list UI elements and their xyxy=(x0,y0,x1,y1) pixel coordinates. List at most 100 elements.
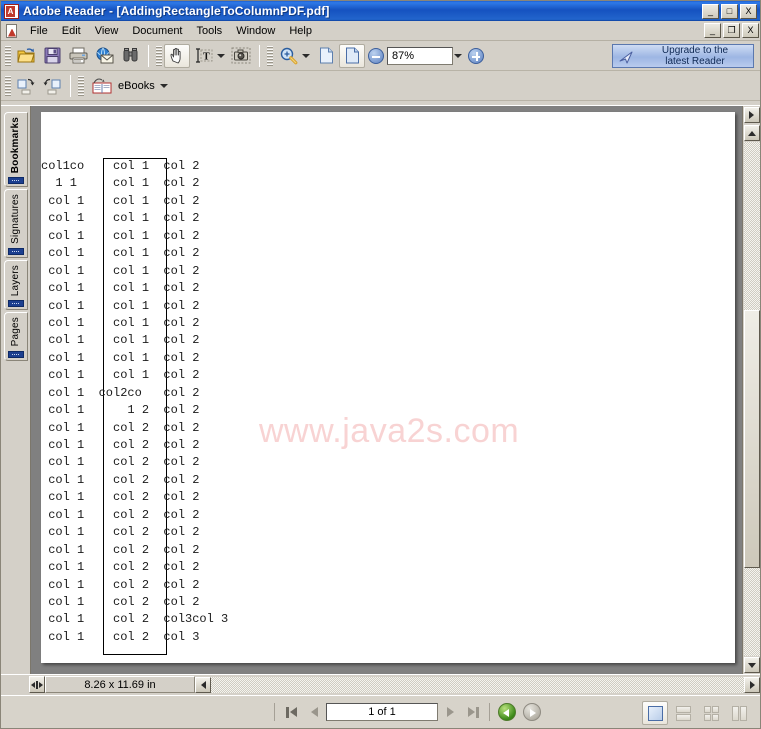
main-area: Bookmarks Signatures Layers Pages www.ja… xyxy=(1,105,760,674)
pdf-text-line: col 1 col 1 col 2 xyxy=(41,193,200,208)
pdf-text-line: col 1 col 2 col 2 xyxy=(41,594,200,609)
svg-text:T: T xyxy=(203,52,210,63)
fit-page-icon[interactable] xyxy=(339,43,365,68)
mdi-restore-button[interactable]: ❐ xyxy=(723,23,740,38)
menu-document[interactable]: Document xyxy=(125,23,189,39)
facing-layout-button[interactable] xyxy=(726,701,752,725)
tab-grip-icon xyxy=(7,350,24,358)
previous-view-icon[interactable] xyxy=(498,703,516,721)
actual-size-page-icon[interactable] xyxy=(313,44,339,68)
search-binoculars-icon[interactable] xyxy=(117,44,143,68)
zoom-in-magnifier-icon[interactable] xyxy=(275,44,301,68)
toolbar-grip-icon[interactable] xyxy=(267,45,273,66)
adobe-reader-icon xyxy=(4,3,19,19)
split-view-right-arrow-icon[interactable] xyxy=(743,107,760,123)
pdf-text-line: col 1 col 1 col 2 xyxy=(41,350,200,365)
sidebar-tab-pages[interactable]: Pages xyxy=(3,312,28,361)
menu-help[interactable]: Help xyxy=(282,23,319,39)
previous-page-icon[interactable] xyxy=(303,701,325,723)
pdf-text-line: col 1 col 1 col 2 xyxy=(41,228,200,243)
rotate-clockwise-icon[interactable] xyxy=(13,74,39,98)
vertical-scrollbar[interactable] xyxy=(742,106,760,674)
pdf-text-line: col 1 col 1 col 2 xyxy=(41,298,200,313)
zoom-out-button[interactable] xyxy=(368,47,384,64)
print-icon[interactable] xyxy=(65,44,91,68)
toolbar-grip-icon[interactable] xyxy=(5,45,11,66)
sidebar-tab-layers[interactable]: Layers xyxy=(3,260,28,311)
toolbar-grip-icon[interactable] xyxy=(156,45,162,66)
last-page-icon[interactable] xyxy=(462,701,484,723)
select-text-icon[interactable]: T xyxy=(190,44,216,68)
pane-resize-grip-icon[interactable] xyxy=(29,676,45,693)
page-navigation-group: 1 of 1 xyxy=(280,701,484,723)
scroll-left-arrow-icon[interactable] xyxy=(195,676,211,693)
menu-bar: File Edit View Document Tools Window Hel… xyxy=(1,21,760,41)
maximize-button[interactable]: □ xyxy=(721,3,738,19)
zoom-in-button[interactable] xyxy=(468,47,484,64)
sidebar-tab-signatures-label: Signatures xyxy=(10,194,21,245)
upgrade-line1: Upgrade to the xyxy=(661,45,729,56)
mdi-minimize-button[interactable]: _ xyxy=(704,23,721,38)
facing-pages-icon xyxy=(731,705,747,721)
vertical-scroll-track[interactable] xyxy=(743,142,760,656)
pdf-text-line: col 1 col 1 col 2 xyxy=(41,246,200,261)
pdf-text-line: col 1 col 2 col 2 xyxy=(41,472,200,487)
scroll-down-arrow-icon[interactable] xyxy=(743,657,760,673)
sidebar-tab-layers-label: Layers xyxy=(10,265,21,297)
watermark-text: www.java2s.com xyxy=(259,412,520,450)
sidebar-tab-signatures[interactable]: Signatures xyxy=(3,189,28,259)
horizontal-scroll-track[interactable] xyxy=(211,676,744,693)
zoom-level-dropdown-caret-icon[interactable] xyxy=(454,53,462,58)
next-view-icon[interactable] xyxy=(523,703,541,721)
pdf-text-line: col 1 col 1 col 2 xyxy=(41,315,200,330)
scroll-up-arrow-icon[interactable] xyxy=(743,125,760,141)
pdf-text-line: col 1 col 1 col 2 xyxy=(41,211,200,226)
continuous-layout-button[interactable] xyxy=(670,701,696,725)
open-file-icon[interactable] xyxy=(13,44,39,68)
pdf-text-line: col 1 col 2 col 2 xyxy=(41,490,200,505)
save-file-icon[interactable] xyxy=(39,44,65,68)
close-button[interactable]: X xyxy=(740,3,757,19)
window-controls-mdi: _ ❐ X xyxy=(704,23,760,38)
status-bar: 1 of 1 xyxy=(1,695,760,728)
vertical-scroll-thumb[interactable] xyxy=(743,310,760,568)
continuous-pages-icon xyxy=(675,705,691,721)
select-toolbar-group: T xyxy=(152,43,256,69)
first-page-icon[interactable] xyxy=(280,701,302,723)
pdf-text-line: col 1 col 2 col 2 xyxy=(41,560,200,575)
statusbar-separator xyxy=(489,703,490,721)
email-icon[interactable] xyxy=(91,44,117,68)
menu-tools[interactable]: Tools xyxy=(190,23,230,39)
pdf-text-line: col 1 col 1 col 2 xyxy=(41,281,200,296)
pdf-text-line: col 1 col 2 col 2 xyxy=(41,438,200,452)
toolbar-separator xyxy=(70,74,71,97)
menu-file[interactable]: File xyxy=(23,23,55,39)
single-page-layout-button[interactable] xyxy=(642,701,668,725)
hand-tool-icon[interactable] xyxy=(164,43,190,68)
sidebar-tab-bookmarks[interactable]: Bookmarks xyxy=(3,112,28,188)
title-bar: Adobe Reader - [AddingRectangleToColumnP… xyxy=(1,1,760,21)
split-view-right-arrow-icon[interactable] xyxy=(744,676,760,693)
menu-view[interactable]: View xyxy=(88,23,126,39)
menu-edit[interactable]: Edit xyxy=(55,23,88,39)
upgrade-to-latest-reader-button[interactable]: Upgrade to the latest Reader xyxy=(612,44,754,68)
snapshot-camera-icon[interactable] xyxy=(228,44,254,68)
toolbar-grip-icon[interactable] xyxy=(5,75,11,96)
zoom-level-input[interactable]: 87% xyxy=(387,46,453,65)
ebooks-button[interactable]: eBooks xyxy=(86,74,175,98)
toolbar-grip-icon[interactable] xyxy=(78,75,84,96)
minimize-button[interactable]: _ xyxy=(702,3,719,19)
next-page-icon[interactable] xyxy=(439,701,461,723)
mdi-close-button[interactable]: X xyxy=(742,23,759,38)
zoom-dropdown-caret-icon[interactable] xyxy=(302,53,310,58)
page-number-input[interactable]: 1 of 1 xyxy=(326,703,438,721)
ebooks-dropdown-caret-icon[interactable] xyxy=(159,83,168,88)
ebooks-label: eBooks xyxy=(118,79,155,92)
select-tool-dropdown-caret-icon[interactable] xyxy=(217,53,225,58)
rotate-counterclockwise-icon[interactable] xyxy=(39,74,65,98)
pdf-text-line: col 1 col 2 col 2 xyxy=(41,420,200,435)
document-viewport[interactable]: www.java2s.com col1co col 1 col 2 1 1 co… xyxy=(31,106,742,674)
continuous-facing-layout-button[interactable] xyxy=(698,701,724,725)
menu-window[interactable]: Window xyxy=(229,23,282,39)
pdf-text-line: col 1 col 2 col 3 xyxy=(41,629,200,644)
